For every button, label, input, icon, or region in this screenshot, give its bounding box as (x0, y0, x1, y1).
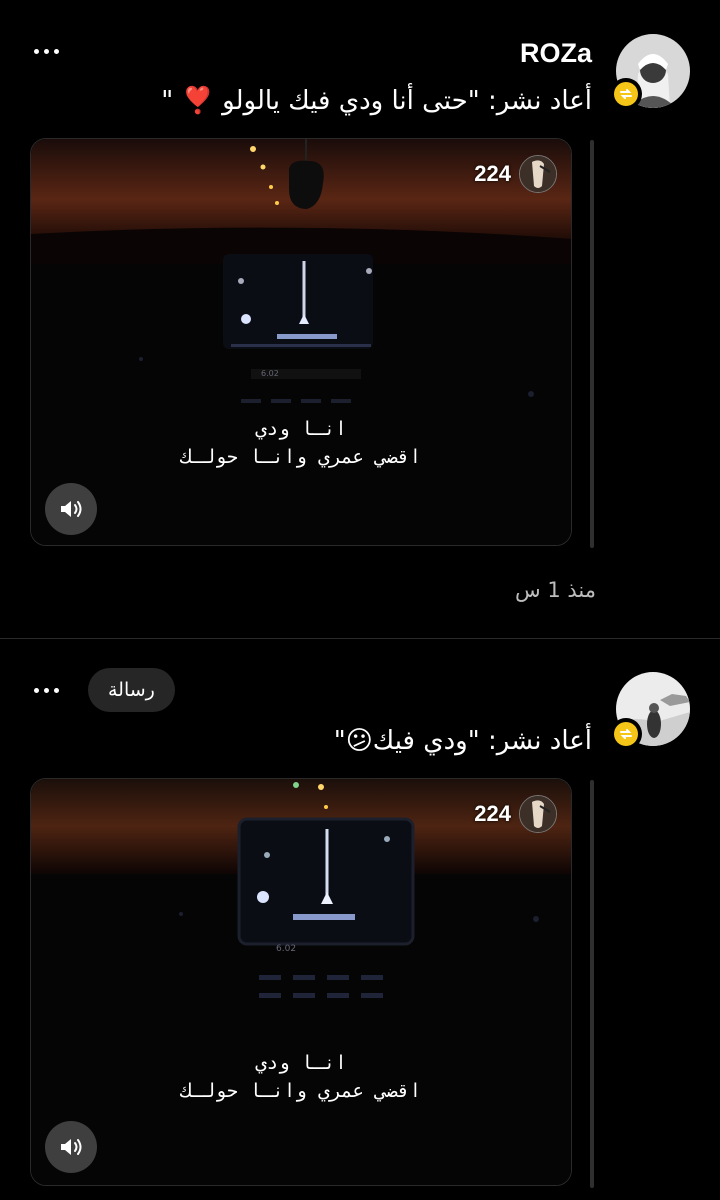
lyrics-caption: انـا ودي اقضي عمري وانـا حولـك (31, 415, 571, 471)
svg-text:6.02: 6.02 (276, 944, 296, 954)
more-icon[interactable] (34, 49, 59, 54)
username[interactable]: ROZa (520, 38, 592, 69)
views-count: 224 (474, 161, 511, 186)
video-frame: 6.02 (31, 779, 571, 1185)
scrollbar[interactable] (590, 140, 594, 548)
post-1: ROZa أعاد نشر: "حتى أنا ودي فيك يالولو ❣… (0, 0, 720, 640)
lyrics-line-1: انـا ودي (255, 418, 347, 440)
lyrics-caption: انـا ودي اقضي عمري وانـا حولـك (31, 1049, 571, 1105)
scrollbar[interactable] (590, 780, 594, 1188)
lyrics-line-1: انـا ودي (255, 1052, 347, 1074)
repost-text: أعاد نشر: "ودي فيك😕" (333, 726, 592, 756)
mini-avatar (519, 155, 557, 193)
repost-badge (610, 78, 642, 110)
divider (0, 638, 720, 639)
repost-icon (614, 722, 638, 746)
sound-icon[interactable] (45, 1121, 97, 1173)
more-icon[interactable] (34, 688, 59, 693)
lyrics-line-2: اقضي عمري وانـا حولـك (180, 446, 422, 468)
message-button[interactable]: رسالة (88, 668, 175, 712)
video-media[interactable]: 6.02 224 انـا ودي اقضي عمري وانـا حولـك (30, 138, 572, 546)
lyrics-line-2: اقضي عمري وانـا حولـك (180, 1080, 422, 1102)
repost-text: أعاد نشر: "حتى أنا ودي فيك يالولو ❣️ " (161, 86, 592, 116)
views-indicator: 224 (474, 155, 557, 193)
video-frame: 6.02 (31, 139, 571, 545)
timestamp: منذ 1 س (515, 578, 596, 602)
views-count: 224 (474, 801, 511, 826)
sound-icon[interactable] (45, 483, 97, 535)
mini-avatar (519, 795, 557, 833)
svg-text:6.02: 6.02 (261, 369, 279, 378)
repost-badge (610, 718, 642, 750)
repost-icon (614, 82, 638, 106)
views-indicator: 224 (474, 795, 557, 833)
video-media[interactable]: 6.02 224 انـا ودي اقضي عمري وانـا حولـك (30, 778, 572, 1186)
post-2: رسالة أعاد نشر: "ودي فيك😕" 6.02 224 انـا… (0, 640, 720, 1200)
